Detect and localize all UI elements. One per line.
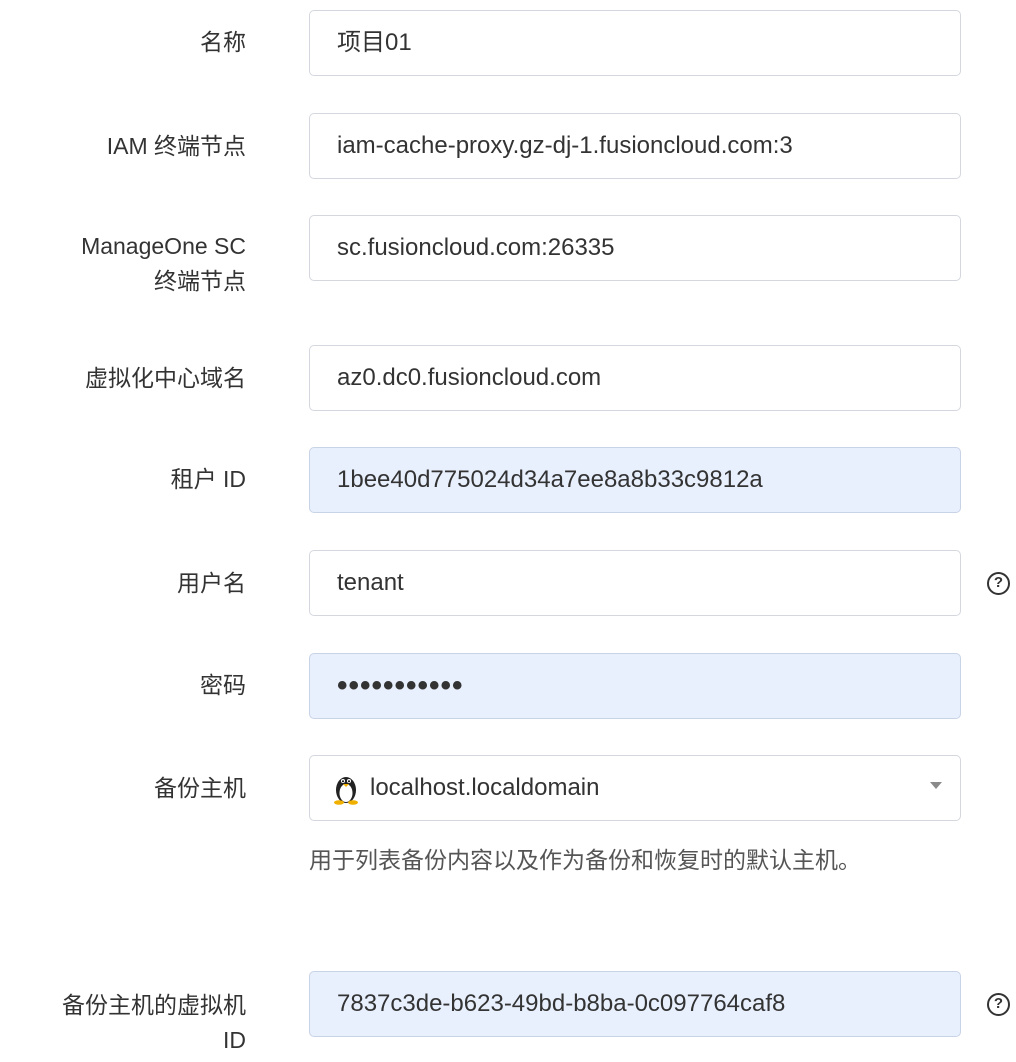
backup-host-selected: localhost.localdomain	[370, 774, 600, 801]
tenant-id-label: 租户 ID	[170, 466, 246, 492]
sc-endpoint-input[interactable]: sc.fusioncloud.com:26335	[309, 215, 961, 281]
tenant-id-value: 1bee40d775024d34a7ee8a8b33c9812a	[337, 466, 763, 493]
project-settings-form: 名称 项目01 IAM 终端节点 iam-cache-proxy.gz-dj-1…	[0, 0, 1016, 1062]
linux-penguin-icon	[334, 777, 358, 805]
sc-endpoint-label-line2: 终端节点	[154, 268, 246, 294]
backup-host-label: 备份主机	[154, 775, 246, 801]
password-input[interactable]: •••••••••••	[309, 653, 961, 719]
iam-endpoint-value: iam-cache-proxy.gz-dj-1.fusioncloud.com:…	[337, 132, 793, 159]
backup-vm-id-help-icon[interactable]: ?	[987, 993, 1010, 1016]
virtualization-domain-input[interactable]: az0.dc0.fusioncloud.com	[309, 345, 961, 411]
name-input[interactable]: 项目01	[309, 10, 961, 76]
backup-vm-id-value: 7837c3de-b623-49bd-b8ba-0c097764caf8	[337, 990, 786, 1017]
username-input[interactable]: tenant	[309, 550, 961, 616]
password-label: 密码	[200, 672, 246, 698]
chevron-down-icon[interactable]	[930, 782, 942, 789]
iam-endpoint-input[interactable]: iam-cache-proxy.gz-dj-1.fusioncloud.com:…	[309, 113, 961, 179]
username-label: 用户名	[177, 570, 246, 596]
backup-vm-id-input[interactable]: 7837c3de-b623-49bd-b8ba-0c097764caf8	[309, 971, 961, 1037]
backup-vm-id-label-line1: 备份主机的虚拟机	[62, 992, 246, 1018]
backup-vm-id-label-line2: ID	[223, 1027, 246, 1053]
backup-host-hint: 用于列表备份内容以及作为备份和恢复时的默认主机。	[309, 847, 861, 873]
sc-endpoint-label-line1: ManageOne SC	[81, 233, 246, 259]
username-value: tenant	[337, 569, 404, 596]
name-label: 名称	[200, 29, 246, 55]
iam-endpoint-label: IAM 终端节点	[106, 133, 246, 159]
sc-endpoint-value: sc.fusioncloud.com:26335	[337, 234, 615, 261]
name-value: 项目01	[337, 29, 412, 56]
password-value: •••••••••••	[337, 669, 464, 702]
username-help-icon[interactable]: ?	[987, 572, 1010, 595]
sc-endpoint-label: ManageOne SC 终端节点	[0, 229, 246, 299]
backup-host-select[interactable]: localhost.localdomain	[309, 755, 961, 821]
backup-vm-id-label: 备份主机的虚拟机 ID	[0, 988, 246, 1058]
virtualization-domain-value: az0.dc0.fusioncloud.com	[337, 364, 602, 391]
tenant-id-input[interactable]: 1bee40d775024d34a7ee8a8b33c9812a	[309, 447, 961, 513]
virtualization-domain-label: 虚拟化中心域名	[85, 365, 246, 391]
